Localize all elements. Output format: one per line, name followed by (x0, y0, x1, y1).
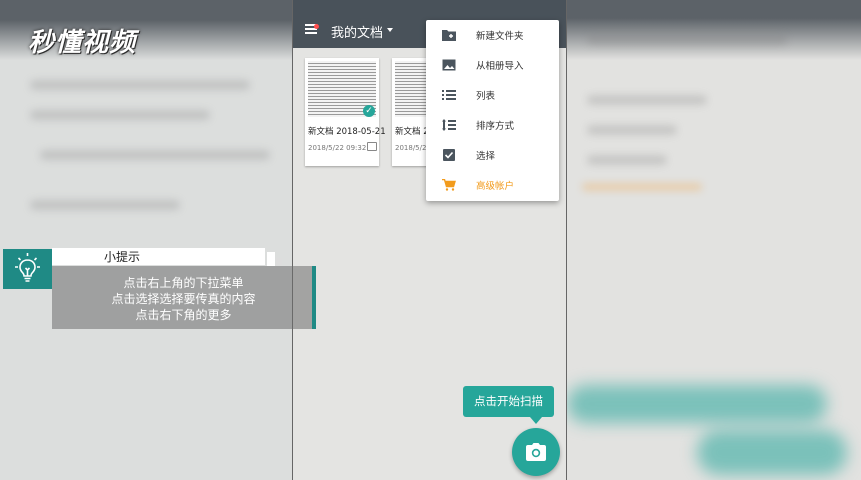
document-name: 新文档 2018-05-21 (308, 127, 386, 137)
dropdown-arrow-icon[interactable] (387, 28, 393, 32)
menu-item-import-album[interactable]: 从相册导入 (426, 50, 559, 80)
tooltip-arrow (530, 417, 542, 424)
document-card[interactable]: ✓ 新文档 2018-05-21 2018/5/22 09:32 (305, 58, 386, 166)
menu-item-new-folder[interactable]: 新建文件夹 (426, 20, 559, 50)
menu-item-premium-account[interactable]: 高级帐户 (426, 170, 559, 200)
tip-decoration (267, 252, 275, 266)
lightbulb-icon (3, 249, 52, 289)
tip-title-bar (52, 248, 265, 265)
menu-item-list[interactable]: 列表 (426, 80, 559, 110)
tip-line: 点击右下角的更多 (135, 308, 232, 322)
blurred-background-right (567, 0, 861, 480)
tip-title: 小提示 (104, 250, 141, 264)
document-date: 2018/5/2 (395, 144, 427, 152)
check-badge-icon: ✓ (363, 105, 375, 117)
notification-dot (314, 24, 319, 29)
image-icon (442, 59, 456, 71)
document-info-icon[interactable] (367, 142, 377, 151)
tip-line: 点击右上角的下拉菜单 (123, 276, 244, 290)
menu-item-select[interactable]: 选择 (426, 140, 559, 170)
camera-scan-button[interactable] (512, 428, 560, 476)
document-date: 2018/5/22 09:32 (308, 144, 367, 152)
dropdown-menu: 新建文件夹 从相册导入 列表 排序方式 选择 高级帐户 (426, 20, 559, 201)
scan-prompt-tooltip: 点击开始扫描 (463, 386, 554, 417)
watermark-logo: 秒懂视频 (28, 28, 137, 58)
blurred-background-left (0, 0, 292, 480)
sort-icon (442, 119, 456, 131)
menu-item-sort[interactable]: 排序方式 (426, 110, 559, 140)
list-icon (442, 89, 456, 101)
checkbox-icon (442, 149, 456, 161)
app-title[interactable]: 我的文档 (331, 22, 383, 41)
cart-icon (442, 178, 456, 191)
document-name: 新文档 2 (395, 127, 429, 137)
folder-add-icon (442, 29, 456, 41)
camera-icon (526, 443, 546, 461)
tip-line: 点击选择选择要传真的内容 (111, 292, 256, 306)
tip-decoration (276, 258, 282, 265)
